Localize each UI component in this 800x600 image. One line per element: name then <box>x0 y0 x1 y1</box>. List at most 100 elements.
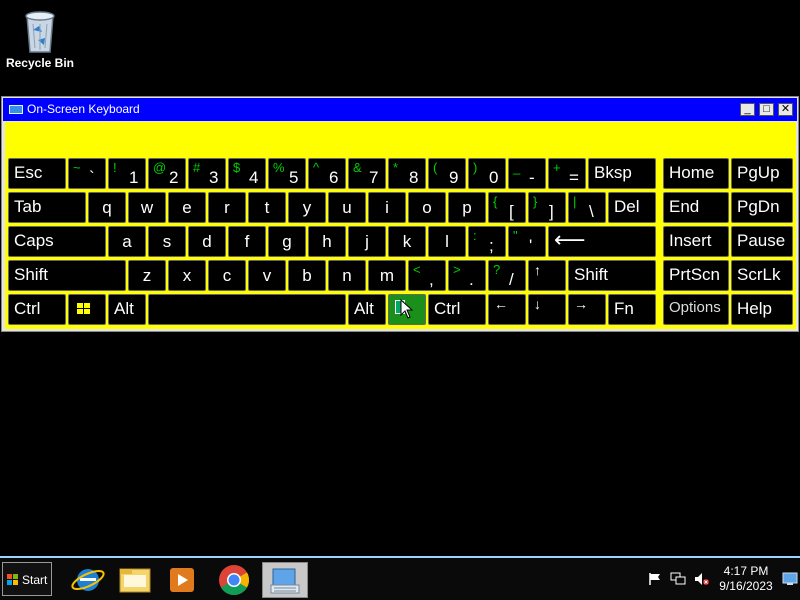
key-quote[interactable]: " ' <box>508 226 546 257</box>
key-9[interactable]: (9 <box>428 158 466 189</box>
key-q[interactable]: q <box>88 192 126 223</box>
key-insert[interactable]: Insert <box>663 226 729 257</box>
window-titlebar[interactable]: On-Screen Keyboard _ □ ✕ <box>3 98 797 121</box>
taskbar-internet-explorer[interactable] <box>66 562 110 598</box>
key-d[interactable]: d <box>188 226 226 257</box>
action-center-flag-icon[interactable] <box>648 572 662 591</box>
start-button[interactable]: Start <box>2 562 52 596</box>
key-space[interactable] <box>148 294 346 325</box>
key-f[interactable]: f <box>228 226 266 257</box>
taskbar-media-player[interactable] <box>160 562 204 598</box>
key-end[interactable]: End <box>663 192 729 223</box>
key-options[interactable]: Options <box>663 294 729 325</box>
show-desktop-icon[interactable] <box>782 572 798 591</box>
key-n[interactable]: n <box>328 260 366 291</box>
key-prtscn[interactable]: PrtScn <box>663 260 729 291</box>
key-p[interactable]: p <box>448 192 486 223</box>
key-windows[interactable] <box>68 294 106 325</box>
key-arrow-down[interactable]: ↓ <box>528 294 566 325</box>
key-backspace[interactable]: Bksp <box>588 158 656 189</box>
key-fn[interactable]: Fn <box>608 294 656 325</box>
key-pgup[interactable]: PgUp <box>731 158 793 189</box>
key-semicolon[interactable]: :; <box>468 226 506 257</box>
key-5[interactable]: % 5 <box>268 158 306 189</box>
key-k[interactable]: k <box>388 226 426 257</box>
window-title: On-Screen Keyboard <box>27 102 140 116</box>
key-minus[interactable]: _ - <box>508 158 546 189</box>
recycle-bin-label: Recycle Bin <box>5 56 75 70</box>
key-x[interactable]: x <box>168 260 206 291</box>
key-shift-right[interactable]: Shift <box>568 260 656 291</box>
key-0[interactable]: ) 0 <box>468 158 506 189</box>
taskbar-file-explorer[interactable] <box>113 562 157 598</box>
key-t[interactable]: t <box>248 192 286 223</box>
key-v[interactable]: v <box>248 260 286 291</box>
key-ctrl-right[interactable]: Ctrl <box>428 294 486 325</box>
system-clock[interactable]: 4:17 PM 9/16/2023 <box>714 564 778 594</box>
key-s[interactable]: s <box>148 226 186 257</box>
key-enter[interactable]: ⟵ <box>548 226 656 257</box>
key-r[interactable]: r <box>208 192 246 223</box>
volume-muted-icon[interactable] <box>694 572 710 591</box>
taskbar-chrome[interactable] <box>212 562 256 598</box>
key-j[interactable]: j <box>348 226 386 257</box>
key-7[interactable]: & 7 <box>348 158 386 189</box>
key-comma[interactable]: <, <box>408 260 446 291</box>
key-arrow-left[interactable]: ← <box>488 294 526 325</box>
key-l[interactable]: l <box>428 226 466 257</box>
taskbar-on-screen-keyboard[interactable] <box>262 562 308 598</box>
clock-time: 4:17 PM <box>723 564 769 578</box>
minimize-button[interactable]: _ <box>740 103 755 116</box>
key-slash[interactable]: ? / <box>488 260 526 291</box>
key-g[interactable]: g <box>268 226 306 257</box>
key-y[interactable]: y <box>288 192 326 223</box>
key-arrow-up[interactable]: ↑ <box>528 260 566 291</box>
key-alt-right[interactable]: Alt <box>348 294 386 325</box>
key-3[interactable]: #3 <box>188 158 226 189</box>
maximize-button[interactable]: □ <box>759 103 774 116</box>
key-right-bracket[interactable]: }] <box>528 192 566 223</box>
key-caps[interactable]: Caps <box>8 226 106 257</box>
key-pgdn[interactable]: PgDn <box>731 192 793 223</box>
key-equals[interactable]: + = <box>548 158 586 189</box>
recycle-bin-shortcut[interactable]: Recycle Bin <box>4 6 76 70</box>
key-alt-left[interactable]: Alt <box>108 294 146 325</box>
key-delete[interactable]: Del <box>608 192 656 223</box>
key-m[interactable]: m <box>368 260 406 291</box>
key-b[interactable]: b <box>288 260 326 291</box>
key-help[interactable]: Help <box>731 294 793 325</box>
system-tray: 4:17 PM 9/16/2023 <box>642 562 800 598</box>
arrow-right-icon: → <box>574 296 588 312</box>
key-1[interactable]: ! 1 <box>108 158 146 189</box>
key-esc[interactable]: Esc <box>8 158 66 189</box>
key-4[interactable]: $4 <box>228 158 266 189</box>
key-w[interactable]: w <box>128 192 166 223</box>
key-backslash[interactable]: | \ <box>568 192 606 223</box>
key-period[interactable]: >. <box>448 260 486 291</box>
key-backtick[interactable]: ~ ` <box>68 158 106 189</box>
key-menu[interactable] <box>388 294 426 325</box>
key-z[interactable]: z <box>128 260 166 291</box>
key-c[interactable]: c <box>208 260 246 291</box>
key-8[interactable]: * 8 <box>388 158 426 189</box>
key-tab[interactable]: Tab <box>8 192 86 223</box>
mouse-pointer-icon <box>400 298 414 324</box>
key-ctrl-left[interactable]: Ctrl <box>8 294 66 325</box>
key-6[interactable]: ^ 6 <box>308 158 346 189</box>
internet-explorer-icon <box>71 569 105 591</box>
close-button[interactable]: ✕ <box>778 103 793 116</box>
key-h[interactable]: h <box>308 226 346 257</box>
key-pause[interactable]: Pause <box>731 226 793 257</box>
key-2[interactable]: @2 <box>148 158 186 189</box>
key-a[interactable]: a <box>108 226 146 257</box>
network-icon[interactable] <box>670 572 686 591</box>
key-arrow-right[interactable]: → <box>568 294 606 325</box>
key-e[interactable]: e <box>168 192 206 223</box>
key-shift-left[interactable]: Shift <box>8 260 126 291</box>
key-left-bracket[interactable]: {[ <box>488 192 526 223</box>
key-u[interactable]: u <box>328 192 366 223</box>
key-o[interactable]: o <box>408 192 446 223</box>
key-i[interactable]: i <box>368 192 406 223</box>
key-home[interactable]: Home <box>663 158 729 189</box>
key-scrlk[interactable]: ScrLk <box>731 260 793 291</box>
